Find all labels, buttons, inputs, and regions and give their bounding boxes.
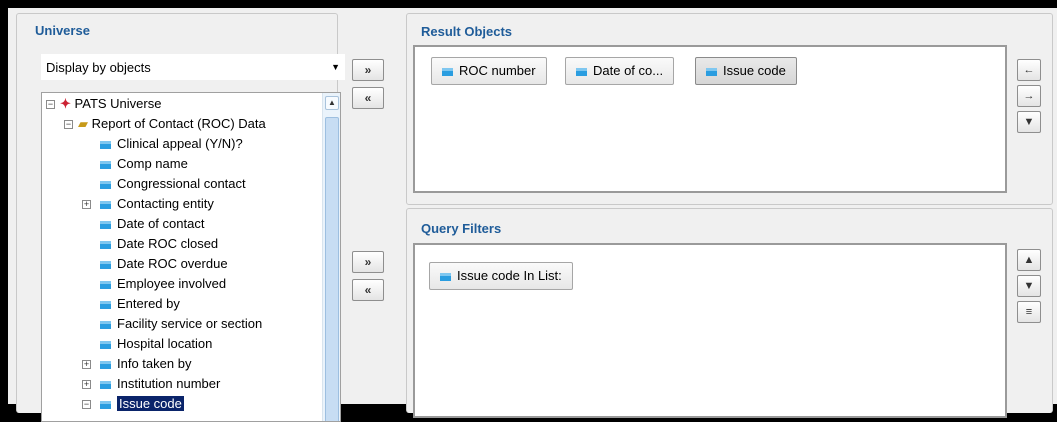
tree-item[interactable]: Entered by [100, 295, 180, 315]
result-chip-issue-code[interactable]: Issue code [695, 57, 797, 85]
object-icon [100, 300, 111, 309]
tree-item[interactable]: Congressional contact [100, 175, 246, 195]
down-arrow-icon: ▼ [1023, 280, 1035, 292]
indent-button[interactable]: ≡ [1017, 301, 1041, 323]
move-right-button[interactable]: → [1017, 85, 1041, 107]
tree-item[interactable]: Date of contact [100, 215, 204, 235]
move-down-button[interactable]: ▼ [1017, 275, 1041, 297]
object-icon [440, 272, 451, 281]
result-chip-date-of-contact[interactable]: Date of co... [565, 57, 675, 85]
display-mode-value: Display by objects [46, 60, 151, 75]
tree-item[interactable]: + Institution number [82, 375, 220, 395]
indent-icon: ≡ [1025, 306, 1033, 318]
object-icon [100, 320, 111, 329]
tree-folder-node[interactable]: − ▰ Report of Contact (ROC) Data [64, 115, 266, 135]
filter-button[interactable]: ▼ [1017, 111, 1041, 133]
query-panel-window: Universe Display by objects ▼ ▲ − ✦ PATS … [8, 8, 1057, 422]
collapse-icon[interactable]: − [46, 100, 55, 109]
result-chip-roc-number[interactable]: ROC number [431, 57, 547, 85]
move-left-button[interactable]: ← [1017, 59, 1041, 81]
tree-item[interactable]: Comp name [100, 155, 188, 175]
remove-result-button[interactable]: « [352, 87, 384, 109]
expand-icon[interactable]: + [82, 360, 91, 369]
object-icon [100, 340, 111, 349]
up-arrow-icon: ▲ [1023, 254, 1035, 266]
tree-item[interactable]: Hospital location [100, 335, 212, 355]
object-icon [576, 67, 587, 76]
tree-item[interactable]: + Info taken by [82, 355, 191, 375]
object-icon [100, 280, 111, 289]
add-result-button[interactable]: » [352, 59, 384, 81]
result-objects-title: Result Objects [421, 24, 513, 39]
left-arrow-icon: ← [1023, 64, 1035, 76]
object-icon [100, 160, 111, 169]
object-icon [100, 380, 111, 389]
tree-scrollbar[interactable]: ▲ [322, 93, 340, 421]
universe-title: Universe [35, 23, 90, 38]
filter-icon: ▼ [1023, 116, 1035, 128]
object-icon [100, 220, 111, 229]
tree-item[interactable]: Date ROC closed [100, 235, 218, 255]
object-icon [100, 140, 111, 149]
tree-item[interactable]: Clinical appeal (Y/N)? [100, 135, 243, 155]
tree-item[interactable]: Date ROC overdue [100, 255, 228, 275]
tree-item[interactable]: − Issue code [82, 395, 184, 415]
right-arrow-icon: → [1023, 90, 1035, 102]
result-objects-panel: Result Objects ROC number Date of co... … [406, 13, 1053, 205]
object-icon [706, 67, 717, 76]
scroll-thumb[interactable] [325, 117, 339, 421]
universe-icon: ✦ [60, 96, 71, 111]
chevron-down-icon[interactable]: ▼ [331, 62, 340, 72]
expand-icon[interactable]: + [82, 200, 91, 209]
tree-root-node[interactable]: − ✦ PATS Universe [46, 95, 161, 115]
expand-icon[interactable]: + [82, 380, 91, 389]
result-objects-dropzone[interactable]: ROC number Date of co... Issue code [413, 45, 1007, 193]
object-icon [442, 67, 453, 76]
move-up-button[interactable]: ▲ [1017, 249, 1041, 271]
filter-chip-issue-code[interactable]: Issue code In List: [429, 262, 573, 290]
tree-item[interactable]: Facility service or section [100, 315, 262, 335]
query-filters-title: Query Filters [421, 221, 502, 236]
tree-item[interactable]: Employee involved [100, 275, 226, 295]
scroll-up-icon[interactable]: ▲ [325, 96, 339, 110]
object-icon [100, 400, 111, 409]
folder-icon: ▰ [78, 116, 88, 131]
collapse-icon[interactable]: − [64, 120, 73, 129]
object-icon [100, 260, 111, 269]
object-icon [100, 360, 111, 369]
add-filter-button[interactable]: » [352, 251, 384, 273]
display-mode-select[interactable]: Display by objects ▼ [41, 54, 345, 80]
object-icon [100, 180, 111, 189]
remove-filter-button[interactable]: « [352, 279, 384, 301]
universe-tree[interactable]: ▲ − ✦ PATS Universe − ▰ Report of Contact (… [41, 92, 341, 422]
object-icon [100, 200, 111, 209]
universe-panel: Universe Display by objects ▼ ▲ − ✦ PATS … [16, 13, 345, 422]
tree-item[interactable]: + Contacting entity [82, 195, 214, 215]
query-filters-panel: Query Filters Issue code In List: ▲ ▼ ≡ [406, 208, 1053, 418]
collapse-icon[interactable]: − [82, 400, 91, 409]
object-icon [100, 240, 111, 249]
query-filters-dropzone[interactable]: Issue code In List: [413, 243, 1007, 418]
